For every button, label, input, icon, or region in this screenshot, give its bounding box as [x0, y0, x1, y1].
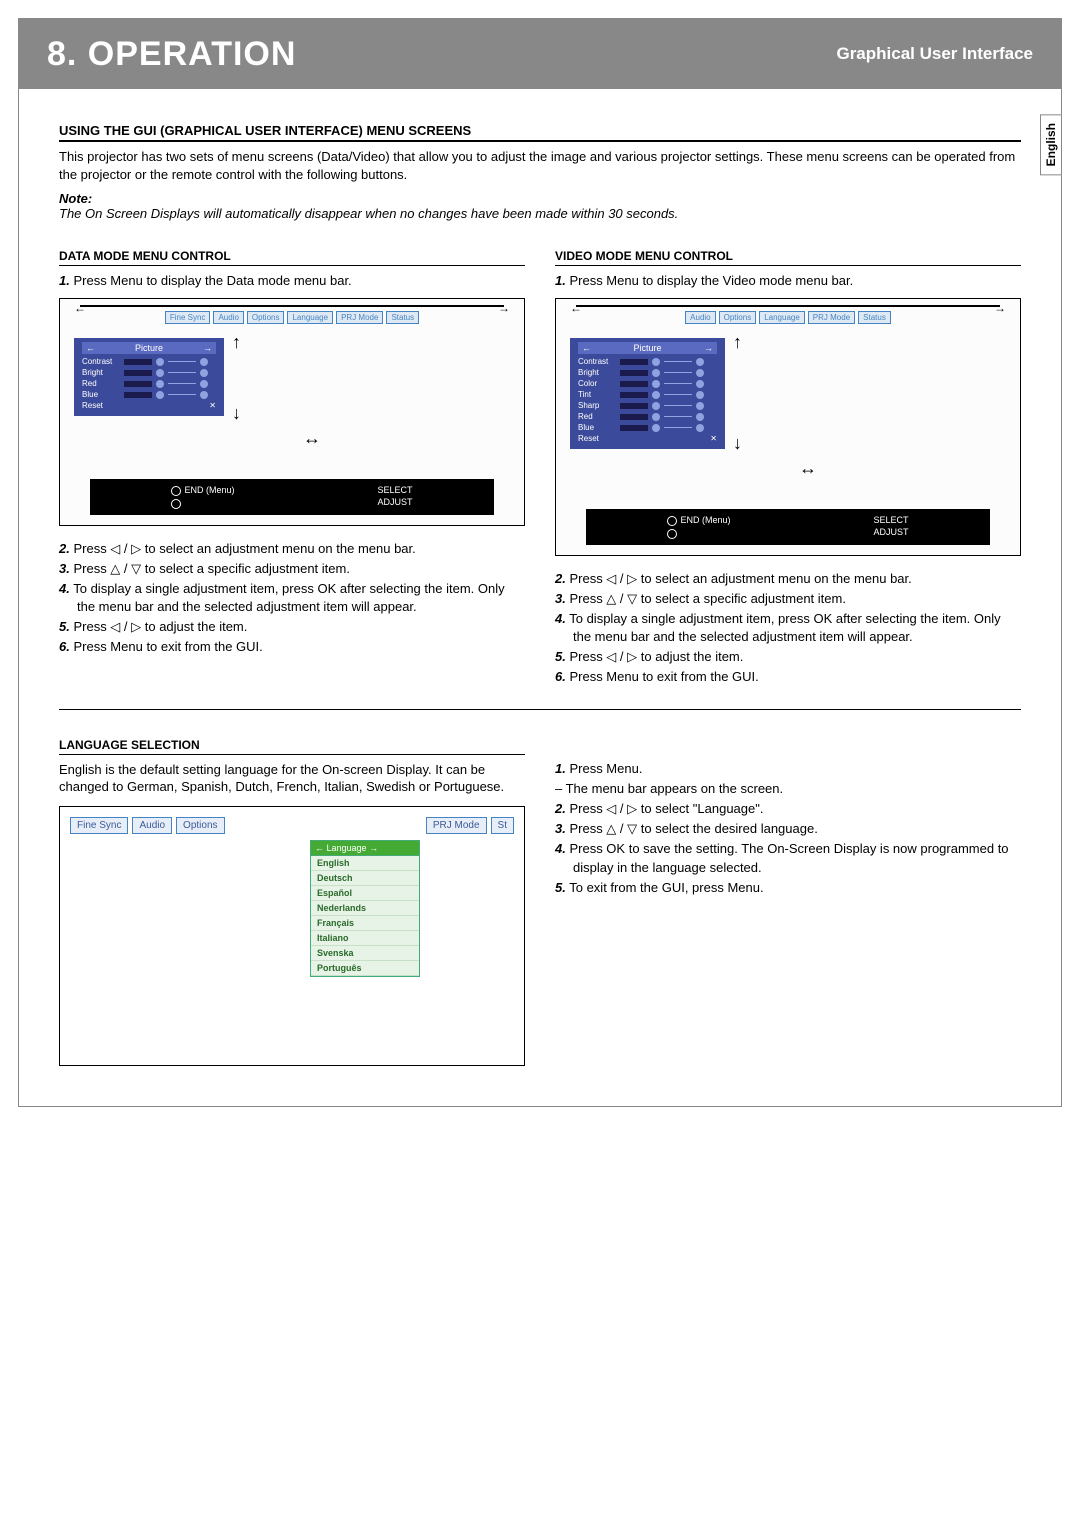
- lang-step-1a: – The menu bar appears on the screen.: [555, 780, 1021, 798]
- chapter-title: 8. OPERATION: [47, 35, 296, 74]
- tab-options: Options: [247, 311, 285, 324]
- intro-heading: USING THE GUI (GRAPHICAL USER INTERFACE)…: [59, 123, 1021, 142]
- lang-option: Deutsch: [311, 871, 419, 886]
- data-mode-heading: DATA MODE MENU CONTROL: [59, 249, 525, 266]
- horizontal-arrows-icon: ↔: [110, 428, 514, 449]
- horizontal-arrows-icon: ↔: [606, 458, 1010, 479]
- language-left-column: LANGUAGE SELECTION English is the defaul…: [59, 738, 525, 1066]
- data-menubar: ← Fine Sync Audio Options Language PRJ M…: [70, 311, 514, 324]
- data-mode-column: DATA MODE MENU CONTROL 1. Press Menu to …: [59, 249, 525, 689]
- tab-status: Status: [386, 311, 419, 324]
- video-mode-figure: ← Audio Options Language PRJ Mode Status…: [555, 298, 1021, 555]
- header-subtitle: Graphical User Interface: [836, 44, 1033, 64]
- lang-step-2: 2. Press ◁ / ▷ to select "Language".: [555, 800, 1021, 818]
- tab-st: St: [491, 817, 514, 834]
- language-text: English is the default setting language …: [59, 761, 525, 796]
- video-step-3: 3. Press △ / ▽ to select a specific adju…: [555, 590, 1021, 608]
- data-footer-bar: END (Menu) SELECTADJUST: [90, 479, 494, 514]
- lang-option: Nederlands: [311, 901, 419, 916]
- video-mode-column: VIDEO MODE MENU CONTROL 1. Press Menu to…: [555, 249, 1021, 689]
- arrow-left-icon: ←: [74, 301, 86, 315]
- language-menubar: Fine Sync Audio Options PRJ Mode St: [70, 817, 514, 834]
- content-area: USING THE GUI (GRAPHICAL USER INTERFACE)…: [19, 89, 1061, 1066]
- video-osd-panel: ←Picture→ Contrast Bright Color Tint Sha…: [570, 338, 725, 449]
- vertical-arrows-icon: [733, 332, 742, 454]
- tab-audio: Audio: [132, 817, 172, 834]
- tab-audio: Audio: [213, 311, 243, 324]
- data-step-4: 4. To display a single adjustment item, …: [59, 580, 525, 616]
- arrow-right-icon: →: [994, 301, 1006, 315]
- panel-title: Picture: [633, 343, 661, 353]
- tab-status: Status: [858, 311, 891, 324]
- language-figure: Fine Sync Audio Options PRJ Mode St ← La…: [59, 806, 525, 1066]
- video-step-6: 6. Press Menu to exit from the GUI.: [555, 668, 1021, 686]
- lang-step-3: 3. Press △ / ▽ to select the desired lan…: [555, 820, 1021, 838]
- video-menubar: ← Audio Options Language PRJ Mode Status…: [566, 311, 1010, 324]
- video-step-1: 1. Press Menu to display the Video mode …: [555, 272, 1021, 290]
- lang-step-1: 1. Press Menu.: [555, 760, 1021, 778]
- vertical-arrows-icon: [232, 332, 241, 424]
- data-step-5: 5. Press ◁ / ▷ to adjust the item.: [59, 618, 525, 636]
- tab-prj-mode: PRJ Mode: [426, 817, 487, 834]
- video-step-4: 4. To display a single adjustment item, …: [555, 610, 1021, 646]
- lang-option: Svenska: [311, 946, 419, 961]
- video-footer-bar: END (Menu) SELECTADJUST: [586, 509, 990, 544]
- arrow-left-icon: ←: [570, 301, 582, 315]
- lang-step-4: 4. Press OK to save the setting. The On-…: [555, 840, 1021, 876]
- language-heading: LANGUAGE SELECTION: [59, 738, 525, 755]
- note-text: The On Screen Displays will automaticall…: [59, 206, 1021, 221]
- tab-audio: Audio: [685, 311, 715, 324]
- manual-page: 8. OPERATION Graphical User Interface En…: [18, 18, 1062, 1107]
- data-step-1: 1. Press Menu to display the Data mode m…: [59, 272, 525, 290]
- lang-option: Français: [311, 916, 419, 931]
- data-step-2: 2. Press ◁ / ▷ to select an adjustment m…: [59, 540, 525, 558]
- data-step-3: 3. Press △ / ▽ to select a specific adju…: [59, 560, 525, 578]
- tab-prj-mode: PRJ Mode: [336, 311, 383, 324]
- intro-text: This projector has two sets of menu scre…: [59, 148, 1021, 183]
- lang-option: Español: [311, 886, 419, 901]
- video-step-5: 5. Press ◁ / ▷ to adjust the item.: [555, 648, 1021, 666]
- data-step-6: 6. Press Menu to exit from the GUI.: [59, 638, 525, 656]
- lang-option: English: [311, 856, 419, 871]
- tab-options: Options: [719, 311, 757, 324]
- video-step-2: 2. Press ◁ / ▷ to select an adjustment m…: [555, 570, 1021, 588]
- language-right-column: 1. Press Menu. – The menu bar appears on…: [555, 738, 1021, 1066]
- tab-options: Options: [176, 817, 224, 834]
- lang-option: Italiano: [311, 931, 419, 946]
- tab-language: Language: [287, 311, 333, 324]
- arrow-right-icon: →: [498, 301, 510, 315]
- language-dropdown: ← Language → English Deutsch Español Ned…: [310, 840, 420, 977]
- video-mode-heading: VIDEO MODE MENU CONTROL: [555, 249, 1021, 266]
- dropdown-header: ← Language →: [311, 841, 419, 856]
- lang-option: Português: [311, 961, 419, 976]
- tab-fine-sync: Fine Sync: [165, 311, 211, 324]
- tab-fine-sync: Fine Sync: [70, 817, 128, 834]
- language-side-tab: English: [1040, 114, 1062, 175]
- divider: [59, 709, 1021, 710]
- data-osd-panel: ←Picture→ Contrast Bright Red Blue Reset…: [74, 338, 224, 416]
- note-label: Note:: [59, 191, 1021, 206]
- lang-step-5: 5. To exit from the GUI, press Menu.: [555, 879, 1021, 897]
- tab-prj-mode: PRJ Mode: [808, 311, 855, 324]
- tab-language: Language: [759, 311, 805, 324]
- panel-title: Picture: [135, 343, 163, 353]
- data-mode-figure: ← Fine Sync Audio Options Language PRJ M…: [59, 298, 525, 525]
- header-bar: 8. OPERATION Graphical User Interface: [19, 19, 1061, 89]
